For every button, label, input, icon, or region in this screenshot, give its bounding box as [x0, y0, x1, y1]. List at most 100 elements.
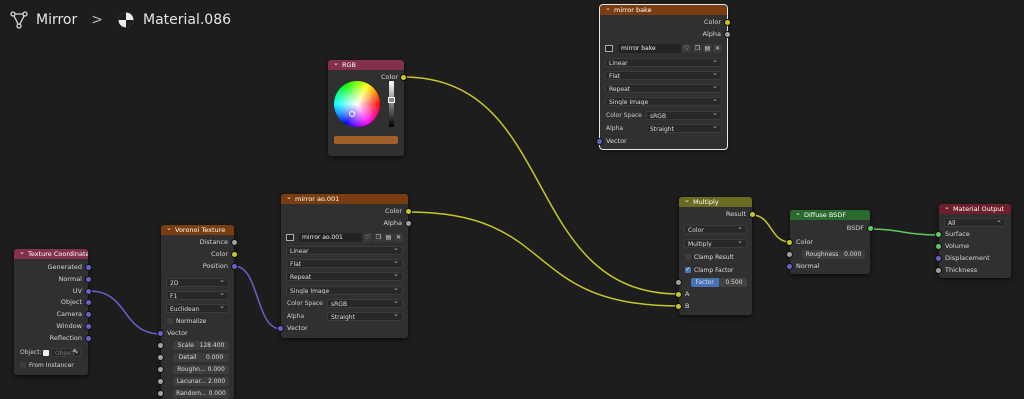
socket-color[interactable] [401, 75, 406, 80]
node-header[interactable]: Voronoi Texture [161, 225, 234, 235]
socket-result[interactable] [750, 212, 755, 217]
blend-mode-dropdown[interactable]: Multiply [684, 239, 747, 248]
scale-field[interactable]: Scale 128.400 [173, 341, 229, 350]
socket-b[interactable] [676, 304, 681, 309]
value-slider-handle[interactable] [388, 97, 395, 103]
node-material-output[interactable]: Material Output All Surface Volume Displ… [936, 204, 1011, 278]
alpha-mode-dropdown[interactable]: Straight [646, 122, 722, 133]
target-dropdown[interactable]: All [944, 218, 1006, 227]
extension-dropdown[interactable]: Repeat [286, 272, 403, 281]
alpha-mode-dropdown[interactable]: Straight [327, 310, 403, 321]
socket-normal[interactable] [86, 277, 91, 282]
socket-object[interactable] [86, 300, 91, 305]
node-rgb[interactable]: RGB Color [328, 60, 406, 156]
image-icon[interactable] [605, 45, 613, 52]
roughness-field[interactable]: Roughness 0.000 [802, 250, 865, 259]
dimensions-dropdown[interactable]: 2D [166, 278, 229, 287]
socket-roughness[interactable] [787, 252, 792, 257]
socket-bsdf[interactable] [868, 226, 873, 231]
node-header[interactable]: Multiply [679, 197, 752, 207]
unlink-icon[interactable]: ✕ [394, 233, 403, 242]
socket-vector-in[interactable] [158, 331, 163, 336]
socket-camera[interactable] [86, 312, 91, 317]
image-selector[interactable]: mirror bake ♡ ❐ ▤ ✕ [605, 44, 722, 54]
roughness-field[interactable]: Roughn... 0.000 [173, 365, 229, 374]
node-header[interactable]: Texture Coordinate [14, 249, 88, 259]
distance-metric-dropdown[interactable]: Euclidean [166, 304, 229, 313]
socket-alpha[interactable] [725, 32, 730, 37]
fake-user-icon[interactable]: ♡ [682, 44, 691, 53]
clamp-result-checkbox[interactable]: Clamp Result [685, 253, 734, 262]
node-header[interactable]: Diffuse BSDF [790, 210, 870, 220]
socket-color[interactable] [725, 20, 730, 25]
socket-a[interactable] [676, 292, 681, 297]
projection-dropdown[interactable]: Flat [605, 71, 722, 80]
socket-lacunarity[interactable] [158, 379, 163, 384]
feature-dropdown[interactable]: F1 [166, 291, 229, 300]
node-image-texture-bake[interactable]: mirror bake Color Alpha mirror bake ♡ ❐ … [597, 4, 730, 150]
socket-vector-in[interactable] [278, 326, 283, 331]
source-dropdown[interactable]: Single Image [286, 286, 403, 295]
image-name[interactable]: mirror bake [618, 44, 681, 53]
detail-field[interactable]: Detail 0.000 [173, 353, 229, 362]
socket-alpha[interactable] [406, 221, 411, 226]
projection-dropdown[interactable]: Flat [286, 259, 403, 268]
extension-dropdown[interactable]: Repeat [605, 84, 722, 93]
node-diffuse-bsdf[interactable]: Diffuse BSDF BSDF Color Roughness 0.000 … [787, 210, 873, 274]
node-header[interactable]: Material Output [939, 204, 1011, 214]
socket-randomness[interactable] [158, 391, 163, 396]
node-mix-multiply[interactable]: Multiply Result Color Multiply Clamp Res… [676, 197, 755, 315]
socket-vector-in[interactable] [597, 139, 602, 144]
node-voronoi-texture[interactable]: Voronoi Texture Distance Color Position … [158, 225, 237, 399]
image-selector[interactable]: mirror ao.001 ♡ ❐ ▤ ✕ [286, 233, 403, 243]
breadcrumb-object[interactable]: Mirror [36, 12, 77, 28]
node-texture-coordinate[interactable]: Texture Coordinate Generated Normal UV O… [14, 249, 91, 375]
node-header[interactable]: mirror ao.001 [281, 194, 408, 204]
socket-distance[interactable] [232, 240, 237, 245]
factor-field[interactable]: Factor 0.500 [691, 278, 747, 287]
image-name[interactable]: mirror ao.001 [299, 233, 362, 242]
socket-color[interactable] [406, 209, 411, 214]
image-icon[interactable] [286, 234, 294, 241]
node-header[interactable]: mirror bake [600, 5, 727, 15]
fake-user-icon[interactable]: ♡ [363, 233, 372, 242]
unlink-icon[interactable]: ✕ [713, 44, 722, 53]
socket-reflection[interactable] [86, 336, 91, 341]
open-folder-icon[interactable]: ▤ [384, 233, 393, 242]
node-editor-canvas[interactable]: Mirror > Material.086 Texture Coordinate… [0, 0, 1024, 399]
duplicate-icon[interactable]: ❐ [693, 44, 702, 53]
data-type-dropdown[interactable]: Color [684, 225, 747, 234]
lacunarity-field[interactable]: Lacunar... 2.000 [173, 377, 229, 386]
color-space-dropdown[interactable]: sRGB [646, 109, 722, 120]
socket-thickness[interactable] [936, 268, 941, 273]
socket-displacement[interactable] [936, 256, 941, 261]
socket-color[interactable] [232, 252, 237, 257]
value-slider[interactable] [389, 81, 394, 127]
randomness-field[interactable]: Random... 0.000 [173, 389, 229, 398]
open-folder-icon[interactable]: ▤ [703, 44, 712, 53]
socket-factor[interactable] [676, 280, 681, 285]
socket-position[interactable] [232, 264, 237, 269]
color-swatch[interactable] [334, 136, 398, 144]
breadcrumb-material[interactable]: Material.086 [143, 12, 231, 28]
duplicate-icon[interactable]: ❐ [374, 233, 383, 242]
eyedropper-icon[interactable]: ✎ [73, 348, 79, 356]
interpolation-dropdown[interactable]: Linear [605, 58, 722, 67]
color-wheel-cursor[interactable] [349, 111, 355, 117]
node-image-texture-ao[interactable]: mirror ao.001 Color Alpha mirror ao.001 … [278, 194, 411, 338]
socket-color-in[interactable] [787, 240, 792, 245]
socket-roughness[interactable] [158, 367, 163, 372]
socket-scale[interactable] [158, 343, 163, 348]
socket-surface[interactable] [936, 232, 941, 237]
color-space-dropdown[interactable]: sRGB [327, 297, 403, 308]
source-dropdown[interactable]: Single Image [605, 97, 722, 106]
socket-generated[interactable] [86, 265, 91, 270]
interpolation-dropdown[interactable]: Linear [286, 246, 403, 255]
socket-uv[interactable] [86, 289, 91, 294]
from-instancer-checkbox[interactable]: From Instancer [20, 361, 74, 370]
node-header[interactable]: RGB [328, 60, 404, 70]
socket-volume[interactable] [936, 244, 941, 249]
color-wheel[interactable] [334, 81, 380, 127]
clamp-factor-checkbox[interactable]: Clamp Factor [685, 266, 733, 275]
socket-window[interactable] [86, 324, 91, 329]
